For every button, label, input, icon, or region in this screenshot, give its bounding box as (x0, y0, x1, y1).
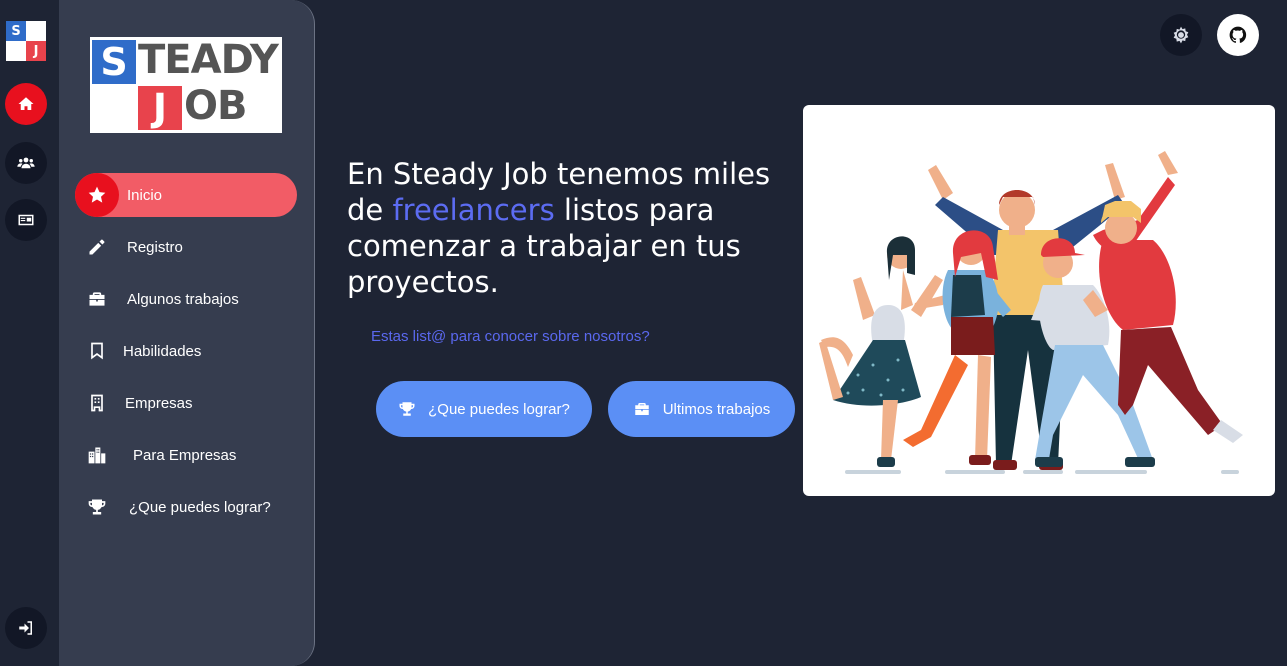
sign-in-icon (19, 621, 32, 635)
sidebar-item-label: Empresas (125, 394, 193, 412)
sidebar-item-inicio[interactable]: Inicio (75, 173, 297, 217)
github-button[interactable] (1217, 14, 1259, 56)
rail-login-button[interactable] (5, 607, 47, 649)
briefcase-icon (89, 292, 105, 306)
latest-jobs-button[interactable]: Ultimos trabajos (608, 381, 795, 437)
hero-title: En Steady Job tenemos miles de freelance… (347, 156, 797, 300)
trophy-icon (399, 402, 415, 416)
rail-home-button[interactable] (5, 83, 47, 125)
sidebar-item-label: Para Empresas (133, 446, 237, 464)
logo-letter-s: S (6, 21, 26, 41)
sidebar-item-para-empresas[interactable]: Para Empresas (75, 433, 297, 477)
brand-logo[interactable]: S TEADY J OB (90, 37, 282, 133)
sidebar-item-registro[interactable]: Registro (75, 225, 297, 269)
star-icon (88, 186, 106, 203)
building-icon (91, 394, 103, 412)
about-link[interactable]: Estas list@ para conocer sobre nosotros? (371, 328, 650, 345)
achieve-button-label: ¿Que puedes lograr? (428, 400, 570, 418)
city-icon (88, 447, 106, 464)
sidebar-item-label: ¿Que puedes lograr? (129, 498, 271, 516)
latest-jobs-button-label: Ultimos trabajos (662, 400, 771, 418)
sidebar-item-label: Inicio (127, 186, 163, 204)
users-icon (17, 157, 35, 169)
rail-users-button[interactable] (5, 142, 47, 184)
pencil-icon (89, 239, 105, 255)
sidebar-item-lograr[interactable]: ¿Que puedes lograr? (75, 485, 297, 529)
achieve-button[interactable]: ¿Que puedes lograr? (376, 381, 592, 437)
logo-letter-j: J (26, 41, 46, 61)
trophy-icon (88, 499, 106, 515)
sidebar-item-empresas[interactable]: Empresas (75, 381, 297, 425)
celebrating-people-illustration (819, 151, 1243, 474)
gear-icon (1173, 26, 1189, 44)
briefcase-icon (634, 403, 649, 415)
sidebar-item-trabajos[interactable]: Algunos trabajos (75, 277, 297, 321)
sidebar-item-label: Algunos trabajos (127, 290, 239, 308)
brand-word-ob: OB (184, 83, 247, 129)
sidebar-item-label: Registro (127, 238, 183, 256)
sidebar: S TEADY J OB Inicio Registro Algunos tra… (59, 0, 315, 666)
hero-title-highlight: freelancers (392, 193, 555, 227)
hero-illustration (803, 105, 1275, 496)
sidebar-item-habilidades[interactable]: Habilidades (75, 329, 297, 373)
brand-letter-j: J (138, 86, 182, 130)
brand-word-teady: TEADY (138, 37, 279, 83)
id-card-icon (18, 214, 34, 226)
sidebar-item-label: Habilidades (123, 342, 202, 360)
icon-rail: S J (0, 0, 60, 666)
rail-card-button[interactable] (5, 199, 47, 241)
bookmark-icon (91, 342, 103, 360)
brand-letter-s: S (92, 40, 136, 84)
home-icon (18, 97, 34, 110)
theme-toggle-button[interactable] (1160, 14, 1202, 56)
github-icon (1229, 26, 1247, 43)
app-logo-small[interactable]: S J (6, 21, 46, 61)
